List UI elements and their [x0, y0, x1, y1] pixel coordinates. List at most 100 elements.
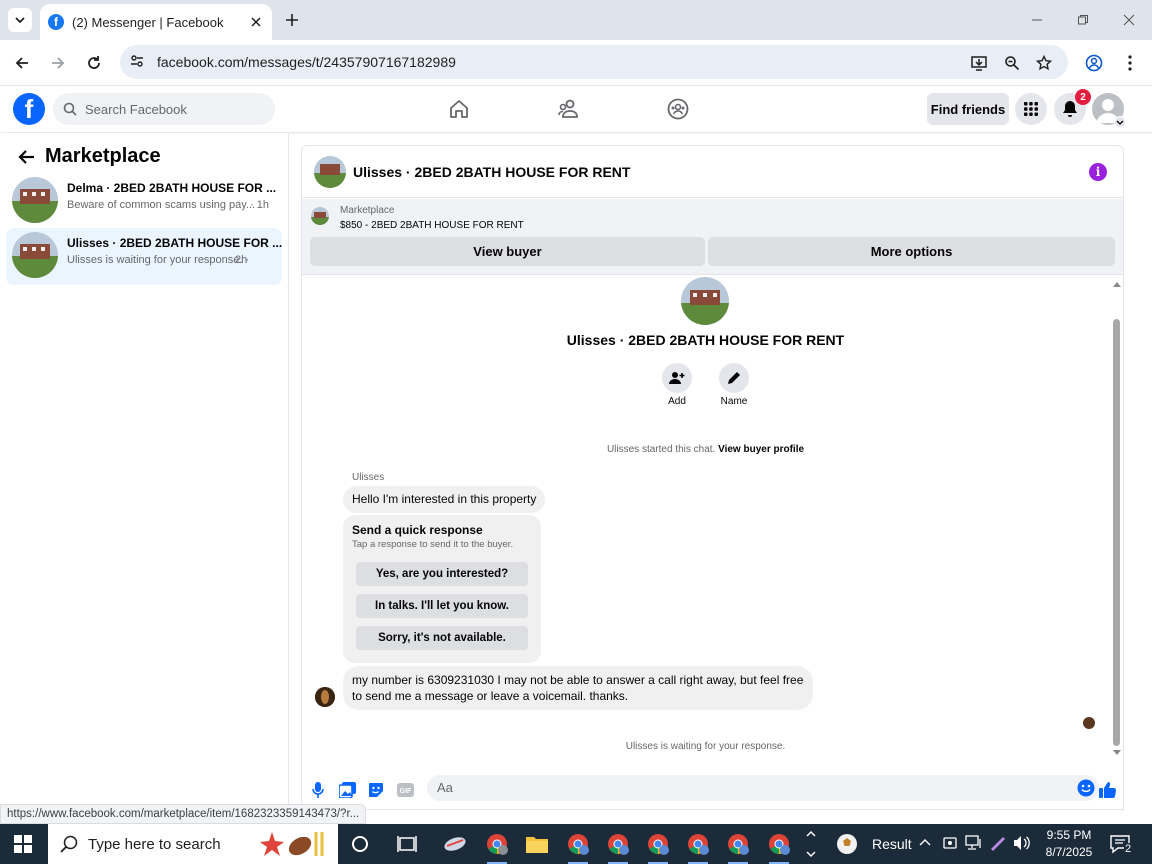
bookmark-star-icon[interactable] — [1035, 54, 1053, 72]
close-tab-icon[interactable] — [248, 14, 264, 30]
chat-title[interactable]: Ulisses · 2BED 2BATH HOUSE FOR RENT — [353, 164, 630, 180]
browser-tab-active[interactable]: f (2) Messenger | Facebook — [40, 4, 272, 40]
chat-header: Ulisses · 2BED 2BATH HOUSE FOR RENT i — [302, 146, 1123, 198]
back-arrow-icon[interactable] — [14, 145, 38, 169]
sticker-icon[interactable] — [366, 780, 386, 800]
friends-icon[interactable] — [557, 97, 581, 121]
install-app-icon[interactable] — [970, 54, 988, 72]
profile-icon[interactable] — [1082, 51, 1106, 75]
conversation-preview: Ulisses is waiting for your response. · — [67, 254, 250, 266]
waiting-note: Ulisses is waiting for your response. — [625, 741, 786, 752]
minimize-icon[interactable] — [1025, 8, 1049, 32]
thumbs-up-icon[interactable] — [1098, 780, 1118, 800]
svg-text:GIF: GIF — [399, 788, 411, 795]
weather-widget[interactable]: Result — [836, 824, 912, 864]
file-explorer-icon[interactable] — [525, 832, 549, 856]
address-bar[interactable]: facebook.com/messages/t/2435790716718298… — [120, 45, 1068, 79]
back-arrow-icon[interactable] — [10, 51, 34, 75]
facebook-search[interactable] — [53, 93, 275, 125]
conversation-item-selected[interactable]: Ulisses · 2BED 2BATH HOUSE FOR ... Uliss… — [6, 228, 282, 285]
conversation-name: Delma · 2BED 2BATH HOUSE FOR ... — [67, 181, 277, 195]
facebook-logo-icon[interactable]: f — [13, 93, 45, 125]
chrome-icon[interactable] — [686, 832, 710, 864]
tab-search-button[interactable] — [8, 8, 32, 32]
action-center-icon[interactable]: 2 — [1110, 834, 1136, 856]
sender-name: Ulisses — [352, 472, 385, 483]
url-text: facebook.com/messages/t/2435790716718298… — [157, 54, 456, 70]
menu-grid-icon[interactable] — [1015, 93, 1047, 125]
volume-icon[interactable] — [1013, 835, 1031, 851]
close-window-icon[interactable] — [1117, 8, 1141, 32]
chrome-icon[interactable] — [726, 832, 750, 864]
chat-panel: Ulisses · 2BED 2BATH HOUSE FOR RENT i Ma… — [301, 145, 1124, 810]
gif-icon[interactable]: GIF — [395, 780, 415, 800]
view-buyer-profile-link[interactable]: View buyer profile — [718, 444, 804, 455]
zoom-icon[interactable] — [1003, 54, 1021, 72]
soccer-ball-icon — [837, 834, 857, 854]
sidebar-title: Marketplace — [45, 145, 161, 167]
chrome-icon[interactable] — [646, 832, 670, 864]
facebook-search-input[interactable] — [85, 101, 265, 117]
browser-menu-icon[interactable] — [1118, 51, 1142, 75]
message-bubble: Hello I'm interested in this property — [343, 486, 546, 513]
edit-name-button[interactable] — [719, 363, 749, 393]
windows-start-icon[interactable] — [14, 835, 32, 853]
quick-reply-button[interactable]: Sorry, it's not available. — [356, 626, 528, 650]
listing-price[interactable]: $850 - 2BED 2BATH HOUSE FOR RENT — [340, 220, 524, 231]
forward-arrow-icon[interactable] — [46, 51, 70, 75]
status-bar-url: https://www.facebook.com/marketplace/ite… — [0, 804, 367, 824]
clock-date: 8/7/2025 — [1045, 845, 1093, 859]
view-buyer-button[interactable]: View buyer — [310, 237, 705, 266]
weather-label: Result — [872, 836, 912, 852]
profile-photo[interactable] — [681, 277, 729, 325]
listing-thumbnail — [12, 177, 58, 223]
notification-count-badge: 2 — [1075, 89, 1091, 105]
restore-icon[interactable] — [1071, 8, 1095, 32]
site-settings-icon[interactable] — [129, 53, 145, 69]
listing-thumbnail — [12, 232, 58, 278]
photo-icon[interactable] — [337, 780, 357, 800]
listing-thumbnail — [311, 207, 329, 225]
chat-avatar[interactable] — [314, 156, 346, 188]
new-tab-plus-icon[interactable] — [282, 10, 302, 30]
reload-icon[interactable] — [82, 51, 106, 75]
pen-icon[interactable] — [989, 835, 1007, 851]
facebook-header: f Find friends 2 — [0, 87, 1152, 132]
info-icon[interactable]: i — [1089, 163, 1107, 181]
network-icon[interactable] — [965, 835, 983, 851]
chrome-icon[interactable] — [767, 832, 791, 864]
emoji-icon[interactable] — [1077, 779, 1095, 797]
task-view-icon[interactable] — [395, 832, 419, 856]
chrome-icon[interactable] — [485, 832, 509, 864]
chrome-icon[interactable] — [566, 832, 590, 864]
home-icon[interactable] — [447, 97, 471, 121]
quick-reply-button[interactable]: In talks. I'll let you know. — [356, 594, 528, 618]
taskbar-scroll-arrows[interactable] — [805, 828, 817, 860]
chat-scrollbar[interactable] — [1110, 277, 1123, 759]
cortana-icon[interactable] — [348, 832, 372, 856]
facebook-favicon-icon: f — [48, 14, 64, 30]
chevron-down-icon[interactable] — [1114, 116, 1126, 128]
more-options-button[interactable]: More options — [708, 237, 1115, 266]
message-input[interactable] — [437, 780, 1057, 795]
message-bubble: my number is 6309231030 I may not be abl… — [343, 666, 813, 710]
system-clock[interactable]: 9:55 PM 8/7/2025 — [1044, 827, 1094, 861]
quick-reply-button[interactable]: Yes, are you interested? — [356, 562, 528, 586]
message-composer: GIF — [302, 772, 1123, 810]
microphone-icon[interactable] — [308, 780, 328, 800]
app-icon[interactable] — [443, 832, 467, 856]
browser-tab-bar: f (2) Messenger | Facebook — [0, 0, 1152, 40]
name-label: Name — [720, 396, 748, 407]
show-hidden-icons-icon[interactable] — [918, 836, 932, 850]
sender-avatar[interactable] — [315, 687, 335, 707]
chrome-icon[interactable] — [606, 832, 630, 864]
find-friends-button[interactable]: Find friends — [927, 93, 1009, 125]
add-person-button[interactable] — [662, 363, 692, 393]
conversation-item[interactable]: Delma · 2BED 2BATH HOUSE FOR ... Beware … — [6, 173, 282, 230]
taskbar-search[interactable]: Type here to search — [48, 824, 338, 864]
groups-icon[interactable] — [666, 97, 690, 121]
quick-response-card: Send a quick response Tap a response to … — [343, 515, 541, 663]
scroll-thumb[interactable] — [1113, 319, 1120, 746]
action-center-count: 2 — [1124, 843, 1133, 855]
meet-now-icon[interactable] — [942, 835, 958, 851]
